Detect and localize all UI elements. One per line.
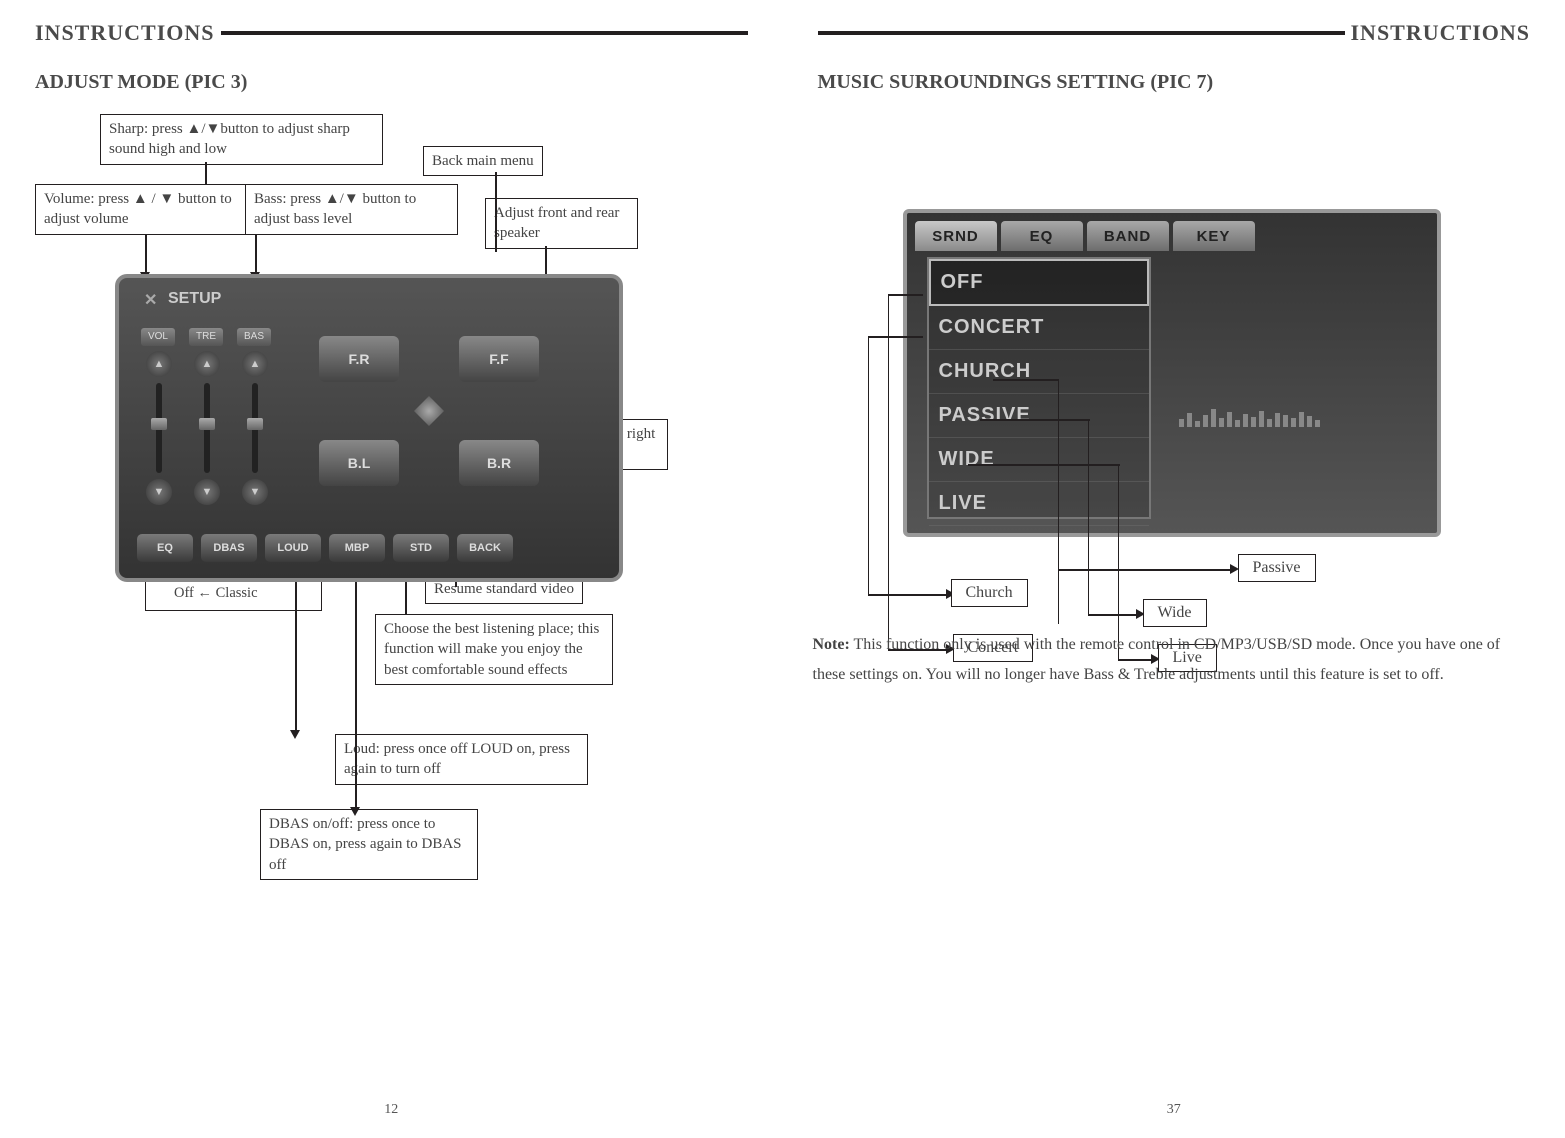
slider-knob[interactable] <box>199 418 215 430</box>
btn-loud[interactable]: LOUD <box>265 534 321 562</box>
callout-back-main: Back main menu <box>423 146 543 176</box>
page-number-left: 12 <box>384 1102 398 1118</box>
arrowhead <box>350 807 360 816</box>
slider-label-tre: TRE <box>189 328 223 346</box>
callout-bass: Bass: press ▲/▼ button to adjust bass le… <box>245 184 458 235</box>
page-header-left: INSTRUCTIONS <box>35 20 748 46</box>
conn <box>255 234 257 274</box>
eq-path-2: Off ← Classic <box>156 583 311 604</box>
conn <box>495 172 497 252</box>
tab-eq[interactable]: EQ <box>1001 221 1083 251</box>
conn <box>405 582 407 614</box>
setup-screen: ✕ SETUP VOL ▲ ▼ TRE ▲ ▼ BAS ▲ ▼ <box>115 274 623 582</box>
section-title-right: MUSIC SURROUNDINGS SETTING (PIC 7) <box>818 71 1531 94</box>
conn <box>295 582 297 732</box>
conn <box>980 419 1090 421</box>
btn-eq[interactable]: EQ <box>137 534 193 562</box>
callout-dbas: DBAS on/off: press once to DBAS on, pres… <box>260 809 478 880</box>
list-item-concert[interactable]: CONCERT <box>929 306 1149 350</box>
header-rule <box>818 31 1345 35</box>
conn <box>1088 419 1090 614</box>
tab-key[interactable]: KEY <box>1173 221 1255 251</box>
slider-tre[interactable]: TRE ▲ ▼ <box>189 328 225 509</box>
conn <box>968 464 1120 466</box>
list-label: PASSIVE <box>939 404 1031 427</box>
callout-choose: Choose the best listening place; this fu… <box>375 614 613 685</box>
btn-mbp[interactable]: MBP <box>329 534 385 562</box>
header-title-left: INSTRUCTIONS <box>35 20 221 46</box>
eq-bars-icon <box>1179 405 1409 427</box>
btn-std[interactable]: STD <box>393 534 449 562</box>
vol-up-icon[interactable]: ▲ <box>146 351 172 377</box>
speaker-quad: F.R F.F B.L B.R <box>319 336 539 486</box>
setup-text: SETUP <box>168 290 221 308</box>
callout-sharp: Sharp: press ▲/▼button to adjust sharp s… <box>100 114 383 165</box>
note-text: This function only is used with the remo… <box>813 636 1501 683</box>
label-church: Church <box>951 579 1028 607</box>
btn-bl[interactable]: B.L <box>319 440 399 486</box>
adjust-mode-diagram: Sharp: press ▲/▼button to adjust sharp s… <box>35 114 748 974</box>
slider-vol[interactable]: VOL ▲ ▼ <box>141 328 177 509</box>
conn <box>145 234 147 274</box>
conn <box>868 336 870 594</box>
list-item-wide[interactable]: WIDE <box>929 438 1149 482</box>
tab-srnd[interactable]: SRND <box>915 221 997 251</box>
tre-up-icon[interactable]: ▲ <box>194 351 220 377</box>
arrowhead <box>290 730 300 739</box>
slider-label-bas: BAS <box>237 328 271 346</box>
callout-loud: Loud: press once off LOUD on, press agai… <box>335 734 588 785</box>
callout-volume: Volume: press ▲ / ▼ button to adjust vol… <box>35 184 253 235</box>
btn-fr[interactable]: F.R <box>319 336 399 382</box>
vol-down-icon[interactable]: ▼ <box>146 479 172 505</box>
header-title-right: INSTRUCTIONS <box>1345 20 1531 46</box>
slider-label-vol: VOL <box>141 328 175 346</box>
list-item-off[interactable]: OFF <box>929 259 1149 306</box>
page-header-right: INSTRUCTIONS <box>818 20 1531 46</box>
conn <box>355 582 357 810</box>
music-surroundings-diagram: SRND EQ BAND KEY OFF CONCERT CHURCH PASS… <box>818 114 1531 674</box>
list-item-live[interactable]: LIVE <box>929 482 1149 526</box>
setup-label: ✕ SETUP <box>144 290 221 308</box>
conn <box>205 162 207 184</box>
header-rule <box>221 31 748 35</box>
btn-back[interactable]: BACK <box>457 534 513 562</box>
slider-track[interactable] <box>252 383 258 473</box>
conn <box>455 582 457 587</box>
bas-up-icon[interactable]: ▲ <box>242 351 268 377</box>
conn <box>1058 569 1233 571</box>
bottom-button-bar: EQ DBAS LOUD MBP STD BACK <box>137 534 513 562</box>
tab-row: SRND EQ BAND KEY <box>915 221 1259 251</box>
btn-br[interactable]: B.R <box>459 440 539 486</box>
label-wide: Wide <box>1143 599 1207 627</box>
slider-knob[interactable] <box>151 418 167 430</box>
conn <box>993 379 1058 381</box>
setup-x-icon: ✕ <box>144 290 162 308</box>
page-number-right: 37 <box>1167 1102 1181 1118</box>
conn <box>1088 614 1138 616</box>
list-item-passive[interactable]: PASSIVE <box>929 394 1149 438</box>
list-item-church[interactable]: CHURCH <box>929 350 1149 394</box>
note-label: Note: <box>813 636 850 653</box>
quad-center-icon[interactable] <box>414 396 444 426</box>
callout-adjust-fr: Adjust front and rear speaker <box>485 198 638 249</box>
slider-bas[interactable]: BAS ▲ ▼ <box>237 328 273 509</box>
srnd-screen: SRND EQ BAND KEY OFF CONCERT CHURCH PASS… <box>903 209 1441 537</box>
conn <box>888 294 923 296</box>
btn-dbas[interactable]: DBAS <box>201 534 257 562</box>
tre-down-icon[interactable]: ▼ <box>194 479 220 505</box>
bas-down-icon[interactable]: ▼ <box>242 479 268 505</box>
conn <box>545 246 547 276</box>
conn <box>1058 379 1060 624</box>
conn <box>868 594 948 596</box>
slider-track[interactable] <box>156 383 162 473</box>
label-passive: Passive <box>1238 554 1316 582</box>
section-title-left: ADJUST MODE (PIC 3) <box>35 71 748 94</box>
btn-ff[interactable]: F.F <box>459 336 539 382</box>
slider-track[interactable] <box>204 383 210 473</box>
slider-knob[interactable] <box>247 418 263 430</box>
conn <box>888 294 890 649</box>
note-block: Note: This function only is used with th… <box>813 630 1526 691</box>
conn <box>868 336 923 338</box>
tab-band[interactable]: BAND <box>1087 221 1169 251</box>
